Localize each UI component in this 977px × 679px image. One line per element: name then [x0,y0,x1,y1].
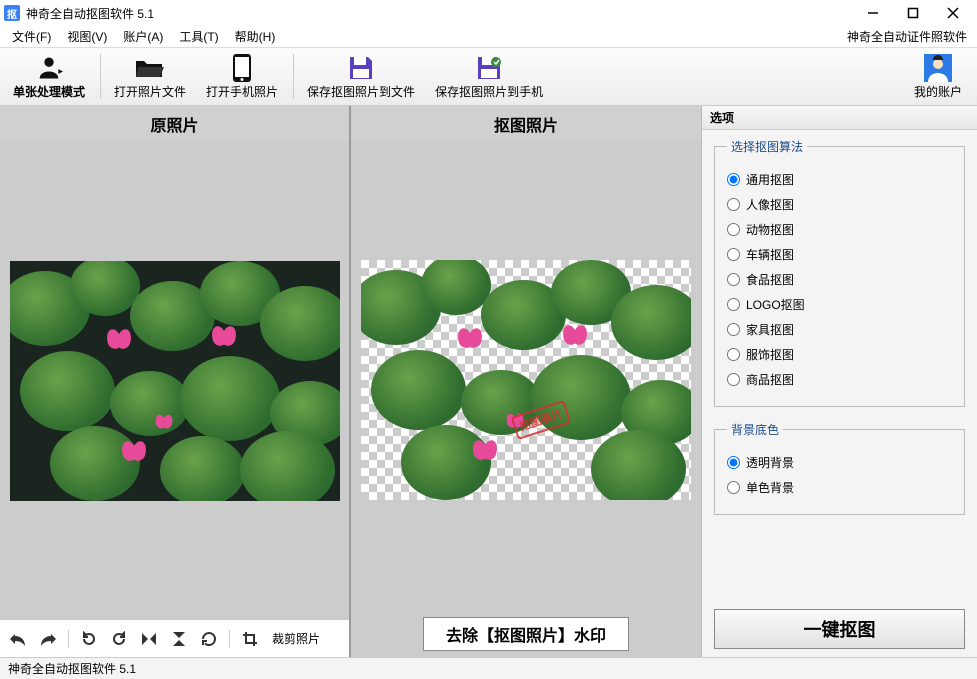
algo-radio-general[interactable]: 通用抠图 [727,171,952,188]
cutout-header: 抠图照片 [351,106,701,142]
single-mode-button[interactable]: 单张处理模式 [4,50,94,103]
menubar: 文件(F) 视图(V) 账户(A) 工具(T) 帮助(H) 神奇全自动证件照软件 [0,26,977,48]
main-area: 原照片 [0,106,977,657]
toolbar: 单张处理模式 打开照片文件 打开手机照片 保存抠图照片到文件 保存抠图照片到手机… [0,48,977,106]
menu-help[interactable]: 帮助(H) [229,26,282,47]
edit-toolbar: 裁剪照片 [0,619,349,657]
algo-radio-furniture[interactable]: 家具抠图 [727,321,952,338]
algo-radio-logo[interactable]: LOGO抠图 [727,296,952,313]
crop-button[interactable] [240,629,260,649]
original-panel: 原照片 [0,106,351,657]
crop-label[interactable]: 裁剪照片 [272,630,320,647]
undo-button[interactable] [8,629,28,649]
titlebar: 抠 神奇全自动抠图软件 5.1 [0,0,977,26]
brand-label: 神奇全自动证件照软件 [847,28,971,45]
algo-radio-apparel[interactable]: 服饰抠图 [727,346,952,363]
original-image-box [0,142,349,619]
close-button[interactable] [933,0,973,26]
rotate-left-button[interactable] [79,629,99,649]
save-icon [347,53,375,83]
menu-view[interactable]: 视图(V) [61,26,113,47]
cutout-photo: 抠图照片 [361,260,691,500]
background-fieldset: 背景底色 透明背景 单色背景 [714,421,965,515]
algo-radio-product[interactable]: 商品抠图 [727,371,952,388]
menu-tools[interactable]: 工具(T) [173,26,224,47]
window-title: 神奇全自动抠图软件 5.1 [26,5,154,22]
menu-account[interactable]: 账户(A) [117,26,169,47]
status-text: 神奇全自动抠图软件 5.1 [8,660,136,677]
flip-h-button[interactable] [139,629,159,649]
open-phone-button[interactable]: 打开手机照片 [197,50,287,103]
options-title: 选项 [702,106,977,130]
redo-button[interactable] [38,629,58,649]
open-file-button[interactable]: 打开照片文件 [105,50,195,103]
maximize-button[interactable] [893,0,933,26]
algo-radio-portrait[interactable]: 人像抠图 [727,196,952,213]
bg-radio-solid[interactable]: 单色背景 [727,479,952,496]
app-icon: 抠 [4,5,20,21]
statusbar: 神奇全自动抠图软件 5.1 [0,657,977,679]
algo-radio-food[interactable]: 食品抠图 [727,271,952,288]
phone-icon [231,53,253,83]
one-click-cutout-button[interactable]: 一键抠图 [714,609,965,649]
my-account-button[interactable]: 我的账户 [905,50,971,103]
flip-v-button[interactable] [169,629,189,649]
avatar-icon [924,53,952,83]
refresh-button[interactable] [199,629,219,649]
algorithm-fieldset: 选择抠图算法 通用抠图 人像抠图 动物抠图 车辆抠图 食品抠图 LOGO抠图 家… [714,138,965,407]
minimize-button[interactable] [853,0,893,26]
options-panel: 选项 选择抠图算法 通用抠图 人像抠图 动物抠图 车辆抠图 食品抠图 LOGO抠… [702,106,977,657]
remove-watermark-button[interactable]: 去除【抠图照片】水印 [423,617,629,651]
save-file-button[interactable]: 保存抠图照片到文件 [298,50,424,103]
folder-open-icon [134,53,166,83]
save-phone-button[interactable]: 保存抠图照片到手机 [426,50,552,103]
cutout-panel: 抠图照片 [351,106,702,657]
cutout-image-box: 抠图照片 [351,142,701,617]
menu-file[interactable]: 文件(F) [6,26,57,47]
background-legend: 背景底色 [727,421,783,438]
algo-radio-animal[interactable]: 动物抠图 [727,221,952,238]
original-photo [10,261,340,501]
algorithm-legend: 选择抠图算法 [727,138,807,155]
save-phone-icon [475,53,503,83]
rotate-right-button[interactable] [109,629,129,649]
original-header: 原照片 [0,106,349,142]
algo-radio-vehicle[interactable]: 车辆抠图 [727,246,952,263]
bg-radio-transparent[interactable]: 透明背景 [727,454,952,471]
person-icon [35,53,63,83]
